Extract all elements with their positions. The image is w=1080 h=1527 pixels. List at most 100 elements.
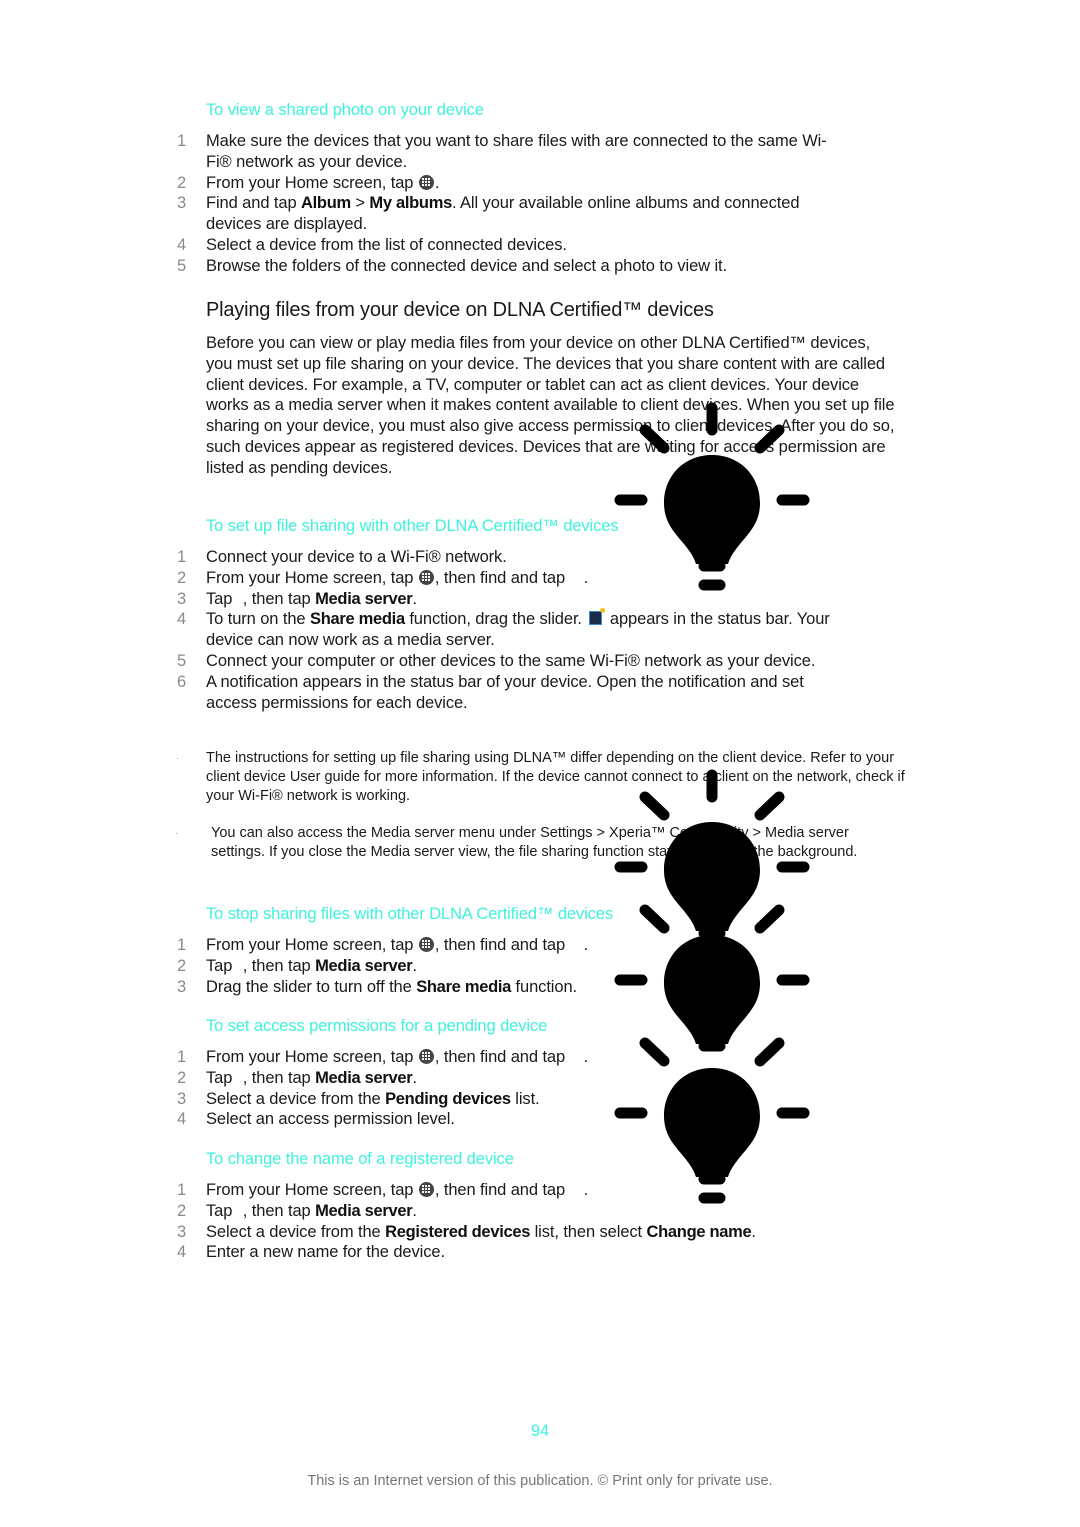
lightbulb-icon	[614, 1037, 810, 1204]
step-text: From your Home screen, tap	[206, 936, 418, 954]
step-number: 1	[177, 936, 187, 954]
step-text: Tap	[206, 1201, 237, 1220]
step: 1 Make sure the devices that you want to…	[0, 131, 846, 173]
ui-label-media-server: Media server	[315, 956, 413, 975]
manual-page: To view a shared photo on your device 1 …	[0, 0, 1080, 1527]
ui-label-share-media: Share media	[416, 977, 512, 996]
procedure-title: To view a shared photo on your device	[206, 101, 484, 119]
step-text-end: .	[434, 173, 440, 192]
step: 4 Enter a new name for the device.	[0, 1242, 900, 1263]
step-text: Select a device from the list of connect…	[206, 235, 567, 254]
page-number: 94	[530, 1422, 550, 1440]
step-number: 5	[177, 651, 187, 670]
ui-label-media-server: Media server	[315, 1068, 413, 1087]
step-text-end: .	[583, 568, 589, 587]
step-text-end: .	[412, 1068, 417, 1087]
step-text: Select an access permission level.	[206, 1110, 455, 1129]
procedure-title: To stop sharing files with other DLNA Ce…	[206, 905, 614, 923]
step-number: 5	[177, 256, 187, 275]
apps-grid-icon	[418, 174, 434, 190]
procedure-steps: 1 Make sure the devices that you want to…	[0, 131, 900, 277]
step-text: Connect your computer or other devices t…	[206, 651, 816, 670]
step-text-mid: , then find and tap	[434, 1181, 570, 1199]
ui-label-share-media: Share media	[310, 610, 405, 629]
step: 3 Select a device from the Registered de…	[0, 1222, 900, 1243]
step-number: 4	[177, 1243, 187, 1262]
step-text: Browse the folders of the connected devi…	[206, 256, 728, 275]
step-text-mid: , then tap	[242, 956, 316, 975]
step-number: 3	[177, 977, 187, 996]
step-text: A notification appears in the status bar…	[206, 672, 804, 712]
step-text: Find and tap	[206, 194, 302, 213]
note-marker: ·	[176, 753, 180, 764]
apps-grid-icon	[418, 569, 434, 585]
step-number: 2	[177, 956, 187, 975]
step-number: 3	[177, 1089, 187, 1108]
step-number: 4	[177, 1110, 187, 1129]
step-text-end: function.	[511, 977, 578, 996]
step-text-end: .	[412, 589, 417, 608]
step: 4 To turn on the Share media function, d…	[0, 608, 846, 651]
step: 5 Browse the folders of the connected de…	[0, 256, 900, 277]
step-text: From your Home screen, tap	[206, 173, 418, 192]
step-text-mid: , then tap	[242, 1068, 316, 1087]
ui-label-pending-devices: Pending devices	[385, 1089, 511, 1108]
step-number: 1	[177, 548, 187, 566]
ui-label-media-server: Media server	[315, 589, 413, 608]
apps-grid-icon	[418, 1049, 434, 1064]
step-text-mid: , then find and tap	[434, 936, 570, 954]
step-text-end: .	[412, 1201, 417, 1220]
step-text-end: .	[751, 1222, 756, 1241]
step-text-end: .	[412, 956, 417, 975]
step-text-mid: , then find and tap	[434, 1048, 570, 1066]
step-text-end: .	[583, 1181, 589, 1199]
section-title: Playing files from your device on DLNA C…	[206, 299, 714, 321]
step-text: Enter a new name for the device.	[206, 1243, 445, 1262]
step-number: 2	[177, 568, 187, 587]
step-text-mid: , then tap	[242, 1201, 316, 1220]
step-number: 4	[177, 610, 187, 629]
step: 2 From your Home screen, tap .	[0, 173, 900, 194]
step-text: Tap	[206, 956, 237, 975]
step-text: From your Home screen, tap	[206, 1181, 418, 1199]
procedure-title: To change the name of a registered devic…	[206, 1150, 514, 1168]
step-text: Drag the slider to turn off the	[206, 977, 417, 996]
step-text-end: .	[583, 1048, 589, 1066]
step-text: From your Home screen, tap	[206, 568, 418, 587]
lightbulb-icon	[614, 402, 810, 591]
step-text: Tap	[206, 589, 237, 608]
step: 6 A notification appears in the status b…	[0, 672, 846, 714]
step-text: Tap	[206, 1068, 237, 1087]
step-text: Select a device from the	[206, 1089, 386, 1108]
step-number: 1	[177, 1048, 187, 1066]
step-number: 2	[177, 173, 187, 192]
step-text-end: list.	[510, 1089, 540, 1108]
ui-label-registered-devices: Registered devices	[385, 1222, 531, 1241]
step-number: 1	[177, 132, 187, 150]
ui-label-change-name: Change name	[646, 1222, 752, 1241]
step-text: Connect your device to a Wi-Fi® network.	[206, 548, 507, 566]
step-text-mid: , then tap	[242, 589, 316, 608]
ui-label-my-albums: My albums	[369, 194, 452, 213]
step-text: From your Home screen, tap	[206, 1048, 418, 1066]
step-number: 3	[177, 1222, 187, 1241]
step-text-mid: , then find and tap	[434, 568, 570, 587]
step-text-separator: >	[350, 194, 370, 213]
step-text: Select a device from the	[206, 1222, 386, 1241]
step-number: 6	[177, 672, 187, 691]
step-text-mid: function, drag the slider.	[404, 610, 587, 629]
step: 3 Find and tap Album > My albums. All yo…	[0, 193, 806, 235]
footer-notice: This is an Internet version of this publ…	[307, 1473, 773, 1489]
step: 5 Connect your computer or other devices…	[0, 651, 856, 672]
step-text-mid: list, then select	[530, 1222, 647, 1241]
apps-grid-icon	[418, 937, 434, 952]
step-text-end: .	[583, 936, 589, 954]
step-text: To turn on the	[206, 610, 310, 629]
step: 4 Select a device from the list of conne…	[0, 235, 900, 256]
step-number: 1	[177, 1181, 187, 1199]
ui-label-album: Album	[301, 194, 351, 213]
step-number: 4	[177, 235, 187, 254]
step-number: 2	[177, 1201, 187, 1220]
step-number: 3	[177, 589, 187, 608]
procedure-title: To set access permissions for a pending …	[206, 1017, 548, 1035]
